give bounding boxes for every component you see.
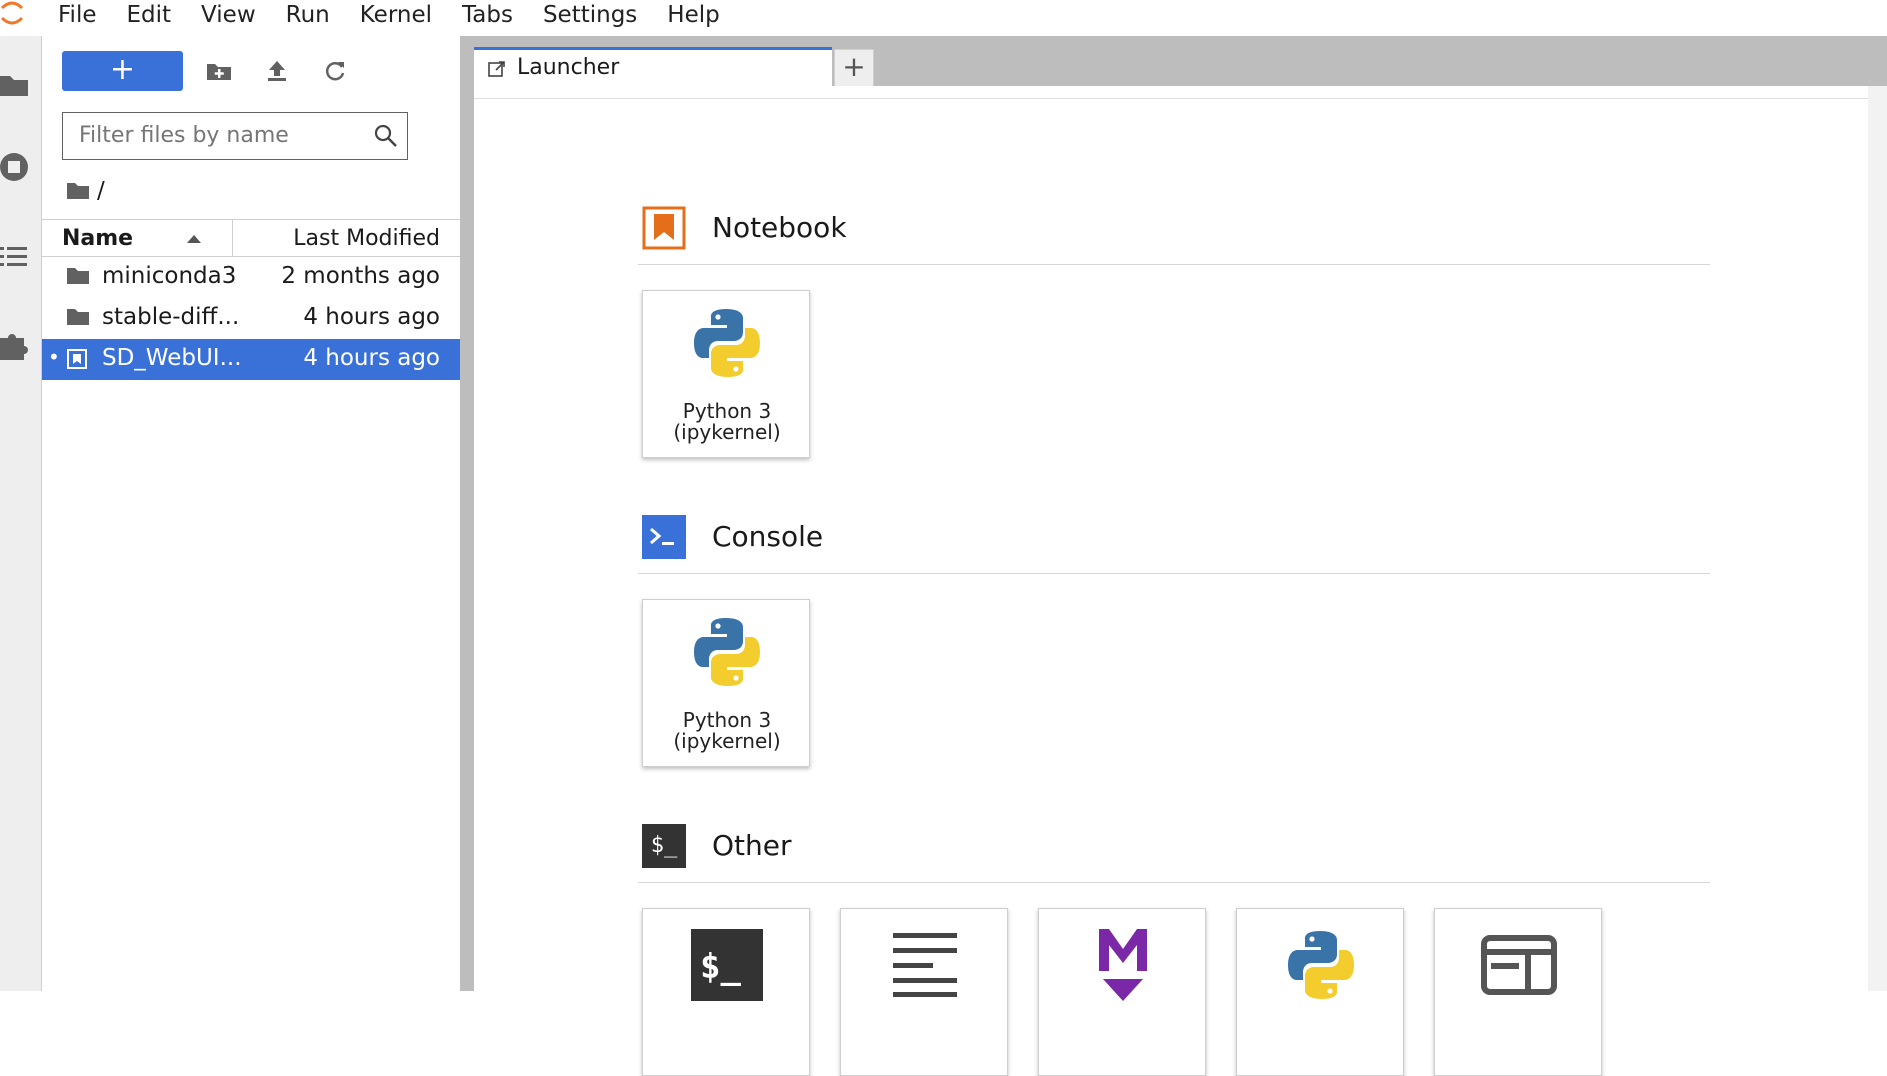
- card-label-line: Python 3: [682, 399, 772, 423]
- file-name: miniconda3: [102, 263, 237, 289]
- python-logo-icon: [694, 309, 760, 377]
- file-modified: 2 months ago: [281, 263, 440, 289]
- terminal-icon: $_: [691, 929, 763, 1001]
- running-indicator: •: [48, 345, 60, 369]
- card-label: Python 3 (ipykernel): [643, 710, 811, 752]
- console-icon: [642, 515, 686, 559]
- new-launcher-button[interactable]: +: [62, 51, 183, 91]
- tab-launcher[interactable]: Launcher: [474, 47, 832, 87]
- search-icon: [374, 124, 397, 147]
- card-row: Python 3 (ipykernel): [642, 290, 840, 458]
- python-file-icon: [1288, 931, 1354, 999]
- file-list: miniconda3 2 months ago stable-diff... 4…: [42, 257, 460, 380]
- notebook-file-icon: [67, 349, 87, 369]
- file-modified: 4 hours ago: [303, 304, 440, 330]
- file-list-header: Name Last Modified: [42, 219, 460, 257]
- folder-icon: [67, 309, 89, 325]
- breadcrumb: /: [67, 176, 105, 206]
- tab-bar: Launcher +: [474, 36, 1887, 87]
- section-header: Notebook: [642, 206, 1710, 254]
- column-divider[interactable]: [232, 220, 233, 256]
- breadcrumb-root[interactable]: /: [97, 178, 105, 204]
- divider: [474, 98, 1868, 99]
- file-name: SD_WebUI...: [102, 345, 242, 371]
- card-label-line: (ipykernel): [673, 420, 781, 444]
- jupyter-logo-icon[interactable]: [0, 0, 28, 28]
- section-title: Notebook: [712, 211, 847, 244]
- running-sessions-icon[interactable]: [0, 150, 34, 184]
- console-section: Console Python 3 (ipykernel): [638, 515, 1710, 767]
- section-header: Console: [642, 515, 1710, 563]
- filter-files-field[interactable]: [62, 112, 408, 160]
- menu-kernel[interactable]: Kernel: [360, 2, 432, 28]
- python3-notebook-card[interactable]: Python 3 (ipykernel): [642, 290, 810, 458]
- menu-file[interactable]: File: [58, 2, 97, 28]
- contextual-help-card[interactable]: [1434, 908, 1602, 1076]
- section-header: $_ Other: [642, 824, 1710, 872]
- file-name: stable-diff...: [102, 304, 240, 330]
- divider: [638, 573, 1710, 574]
- menu-settings[interactable]: Settings: [543, 2, 637, 28]
- file-row[interactable]: miniconda3 2 months ago: [42, 257, 460, 298]
- terminal-card[interactable]: $_: [642, 908, 810, 1076]
- python-logo-icon: [694, 618, 760, 686]
- card-row: Python 3 (ipykernel): [642, 599, 840, 767]
- main-menu: File Edit View Run Kernel Tabs Settings …: [58, 0, 750, 30]
- text-file-card[interactable]: [840, 908, 1008, 1076]
- other-section: $_ Other $_: [638, 824, 1710, 1076]
- menu-bar: File Edit View Run Kernel Tabs Settings …: [0, 0, 1887, 32]
- menu-help[interactable]: Help: [667, 2, 719, 28]
- card-row: $_: [642, 908, 1632, 1076]
- filter-files-input[interactable]: [77, 122, 361, 149]
- other-terminal-icon: $_: [642, 824, 686, 868]
- menu-run[interactable]: Run: [286, 2, 330, 28]
- menu-view[interactable]: View: [201, 2, 256, 28]
- activity-bar: [0, 36, 42, 991]
- card-label-line: Python 3: [682, 708, 772, 732]
- svg-text:$_: $_: [700, 947, 741, 987]
- section-title: Other: [712, 829, 792, 862]
- scrollbar[interactable]: [1868, 86, 1887, 991]
- notebook-section: Notebook Python 3 (ipykernel): [638, 206, 1710, 458]
- divider: [638, 264, 1710, 265]
- launcher-panel: Notebook Python 3 (ipykernel) Console Py…: [474, 86, 1868, 1076]
- modified-column-header[interactable]: Last Modified: [293, 226, 440, 251]
- name-column-header[interactable]: Name: [62, 226, 133, 251]
- markdown-file-card[interactable]: [1038, 908, 1206, 1076]
- upload-icon[interactable]: [262, 56, 292, 86]
- tab-label: Launcher: [517, 55, 620, 80]
- menu-edit[interactable]: Edit: [127, 2, 172, 28]
- refresh-icon[interactable]: [320, 56, 350, 86]
- divider: [638, 882, 1710, 883]
- launcher-icon: [488, 61, 505, 77]
- card-label: Python 3 (ipykernel): [643, 401, 811, 443]
- main-area: Launcher + Notebook Python 3 (ipykernel)…: [474, 36, 1887, 1076]
- notebook-icon: [642, 206, 686, 250]
- section-title: Console: [712, 520, 824, 553]
- card-label-line: (ipykernel): [673, 729, 781, 753]
- show-contextual-help-icon: [1481, 935, 1557, 995]
- file-row[interactable]: stable-diff... 4 hours ago: [42, 298, 460, 339]
- text-file-icon: [893, 933, 957, 997]
- python3-console-card[interactable]: Python 3 (ipykernel): [642, 599, 810, 767]
- python-file-card[interactable]: [1236, 908, 1404, 1076]
- markdown-icon: [1099, 929, 1147, 1001]
- extension-manager-icon[interactable]: [0, 328, 34, 362]
- file-row-selected[interactable]: • SD_WebUI... 4 hours ago: [42, 339, 460, 380]
- file-modified: 4 hours ago: [303, 345, 440, 371]
- new-folder-icon[interactable]: [204, 56, 234, 86]
- folder-icon[interactable]: [0, 68, 34, 102]
- panel-splitter[interactable]: [460, 36, 474, 991]
- new-tab-button[interactable]: +: [834, 49, 874, 87]
- file-browser: + / Name Last Modified minicon: [42, 36, 460, 991]
- folder-icon: [67, 268, 89, 284]
- table-of-contents-icon[interactable]: [0, 240, 34, 274]
- home-folder-icon[interactable]: [67, 181, 91, 201]
- sort-ascending-icon: [187, 235, 201, 243]
- menu-tabs[interactable]: Tabs: [462, 2, 513, 28]
